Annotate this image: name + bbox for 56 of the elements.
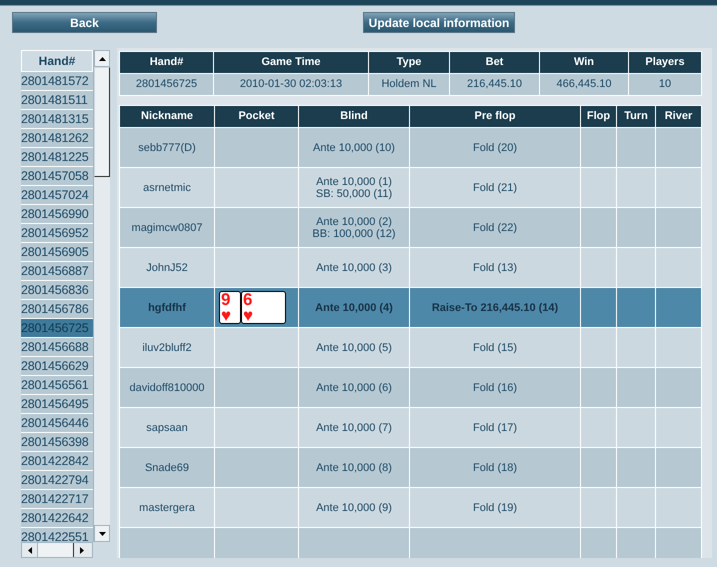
left-arrow-icon bbox=[28, 546, 32, 554]
hand-list-item[interactable]: 2801481262 bbox=[21, 129, 93, 148]
hand-list-item[interactable]: 2801457024 bbox=[21, 186, 93, 205]
down-arrow-icon bbox=[98, 532, 106, 536]
hand-list-item[interactable]: 2801456495 bbox=[21, 395, 93, 414]
table-cell-text: 10 bbox=[658, 77, 672, 92]
playing-card: 9 ♥ bbox=[219, 291, 241, 324]
hand-list-item[interactable]: 2801481572 bbox=[21, 72, 93, 91]
playing-card: 6 ♥ bbox=[241, 291, 286, 324]
player-row[interactable]: magimcw0807 Ante 10,000 (2) BB: 100,000 (12) Fold (22) bbox=[120, 207, 701, 247]
table-cell: Holdem NL bbox=[369, 74, 450, 95]
hand-list-item[interactable]: 2801456688 bbox=[21, 338, 93, 357]
hand-list-item[interactable]: 2801422794 bbox=[21, 471, 93, 490]
hand-list-item[interactable]: 2801456786 bbox=[21, 300, 93, 319]
back-button[interactable]: Back bbox=[12, 12, 157, 33]
right-arrow-icon bbox=[80, 546, 84, 554]
column-header: Hand# bbox=[21, 50, 93, 72]
hand-list-item[interactable]: 2801422842 bbox=[21, 452, 93, 471]
update-button[interactable]: Update local information bbox=[363, 12, 515, 33]
hand-list-item[interactable]: 2801456836 bbox=[21, 281, 93, 300]
hand-list-item[interactable]: 2801456446 bbox=[21, 414, 93, 433]
hand-list-item[interactable]: 2801481225 bbox=[21, 148, 93, 167]
table-cell: 2010-01-30 02:03:13 bbox=[214, 74, 369, 95]
horizontal-scrollbar[interactable] bbox=[21, 542, 93, 558]
hand-list-item[interactable]: 2801422551 bbox=[21, 528, 93, 542]
hand-list-item[interactable]: 2801422642 bbox=[21, 509, 93, 528]
player-row[interactable]: asrnetmic Ante 10,000 (1) SB: 50,000 (11) Fold (21) bbox=[120, 167, 701, 207]
player-row[interactable]: mastergera Ante 10,000 (9) Fold (19) bbox=[120, 487, 701, 527]
hand-list-item[interactable]: 2801456561 bbox=[21, 376, 93, 395]
player-row[interactable]: davidoff810000 Ante 10,000 (6) Fold (16) bbox=[120, 367, 701, 407]
hand-list-item[interactable]: 2801456990 bbox=[21, 205, 93, 224]
column-header: River bbox=[664, 109, 694, 124]
player-row[interactable]: sapsaan Ante 10,000 (7) Fold (17) bbox=[120, 407, 701, 447]
hand-list-item[interactable]: 2801456887 bbox=[21, 262, 93, 281]
scroll-up-button[interactable] bbox=[94, 50, 110, 67]
player-row[interactable]: sebb777(D) Ante 10,000 (10) Fold (20) bbox=[120, 127, 701, 167]
hand-list-item[interactable]: 2801456398 bbox=[21, 433, 93, 452]
hand-list-item[interactable]: 2801457058 bbox=[21, 167, 93, 186]
hand-list-item[interactable]: 2801481511 bbox=[21, 91, 93, 110]
table-cell: 216,445.10 bbox=[450, 74, 540, 95]
table-cell: 466,445.10 bbox=[540, 74, 629, 95]
scroll-thumb[interactable] bbox=[38, 543, 74, 557]
hand-list-item[interactable]: 2801456905 bbox=[21, 243, 93, 262]
hand-list-item[interactable]: 2801456629 bbox=[21, 357, 93, 376]
player-row[interactable]: JohnJ52 Ante 10,000 (3) Fold (13) bbox=[120, 247, 701, 287]
vertical-scrollbar[interactable] bbox=[93, 50, 110, 542]
hand-list-item[interactable]: 2801422717 bbox=[21, 490, 93, 509]
player-row[interactable]: iluv2bluff2 Ante 10,000 (5) Fold (15) bbox=[120, 327, 701, 367]
hand-list-item[interactable]: 2801456952 bbox=[21, 224, 93, 243]
up-arrow-icon bbox=[98, 56, 106, 60]
player-row[interactable]: hgfdfhf 9 ♥ 6 ♥ Ante 10,000 (4) Raise-To 216,445.10 (14) bbox=[120, 287, 701, 327]
player-row[interactable]: Snade69 Ante 10,000 (8) Fold (18) bbox=[120, 447, 701, 487]
scroll-down-button[interactable] bbox=[94, 525, 110, 542]
hand-list-item[interactable]: 2801481315 bbox=[21, 110, 93, 129]
column-header: Players bbox=[644, 55, 686, 70]
table-cell: 2801456725 bbox=[120, 74, 214, 95]
